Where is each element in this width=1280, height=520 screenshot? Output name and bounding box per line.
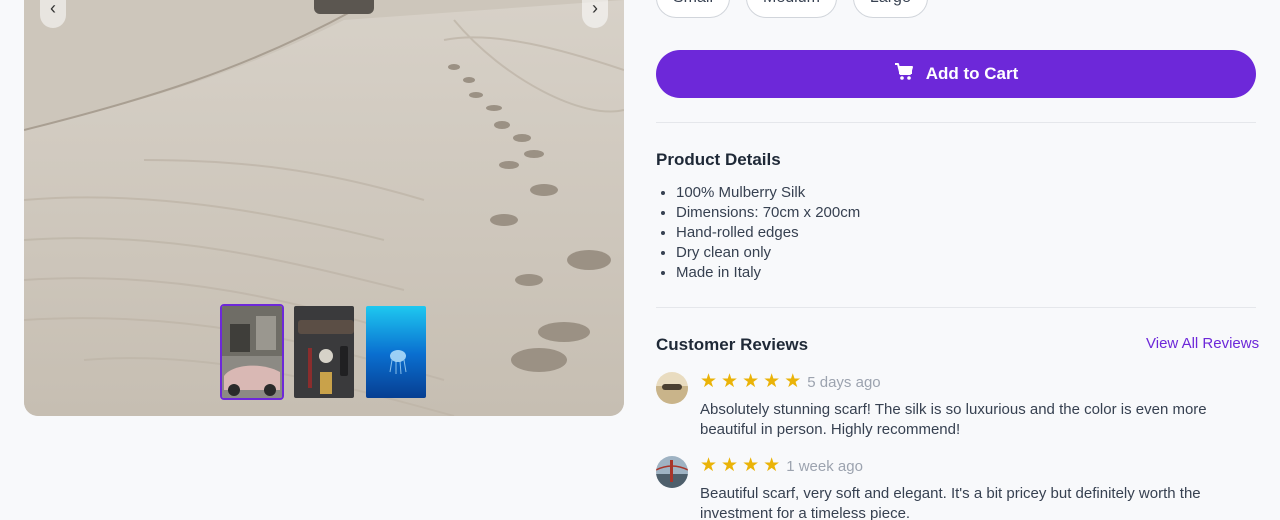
thumbnail-strip [220, 304, 428, 400]
review-meta: ★ ★ ★ ★ 1 week ago [700, 456, 863, 476]
avatar [656, 456, 688, 488]
product-gallery: ‹ › [24, 0, 624, 416]
star-icon: ★ [784, 371, 802, 392]
review-text: Beautiful scarf, very soft and elegant. … [700, 485, 1201, 520]
avatar [656, 372, 688, 404]
chevron-left-icon: ‹ [50, 0, 56, 18]
review-date: 5 days ago [807, 373, 881, 391]
star-icon: ★ [700, 371, 718, 392]
add-to-cart-button[interactable]: Add to Cart [656, 50, 1256, 98]
detail-item: 100% Mulberry Silk [676, 183, 860, 203]
divider [656, 122, 1256, 123]
detail-item: Dry clean only [676, 243, 860, 263]
star-icon: ★ [700, 455, 718, 476]
add-to-cart-label: Add to Cart [925, 64, 1019, 83]
size-large-button[interactable]: Large [852, 0, 928, 18]
customer-reviews-title: Customer Reviews [656, 335, 809, 354]
product-details-title: Product Details [656, 150, 781, 169]
size-options: Small Medium Large [656, 0, 928, 18]
view-all-reviews-link[interactable]: View All Reviews [1146, 335, 1259, 352]
product-details-list: 100% Mulberry Silk Dimensions: 70cm x 20… [676, 183, 860, 283]
star-icon: ★ [763, 455, 781, 476]
star-icon: ★ [763, 371, 781, 392]
chevron-right-icon: › [592, 0, 598, 18]
next-image-button[interactable]: › [582, 0, 608, 28]
star-icon: ★ [742, 371, 760, 392]
star-icon: ★ [742, 455, 760, 476]
star-icon: ★ [721, 371, 739, 392]
review-text: Absolutely stunning scarf! The silk is s… [700, 401, 1207, 438]
detail-item: Dimensions: 70cm x 200cm [676, 203, 860, 223]
divider [656, 307, 1256, 308]
prev-image-button[interactable]: ‹ [40, 0, 66, 28]
review-date: 1 week ago [786, 457, 863, 475]
detail-item: Made in Italy [676, 263, 860, 283]
cart-icon [894, 62, 914, 86]
thumbnail-accessories[interactable] [292, 304, 356, 400]
detail-item: Hand-rolled edges [676, 223, 860, 243]
review-meta: ★ ★ ★ ★ ★ 5 days ago [700, 372, 881, 392]
size-medium-button[interactable]: Medium [746, 0, 837, 18]
thumbnail-jellyfish[interactable] [364, 304, 428, 400]
star-icon: ★ [721, 455, 739, 476]
thumbnail-old-car[interactable] [220, 304, 284, 400]
size-small-button[interactable]: Small [656, 0, 731, 18]
